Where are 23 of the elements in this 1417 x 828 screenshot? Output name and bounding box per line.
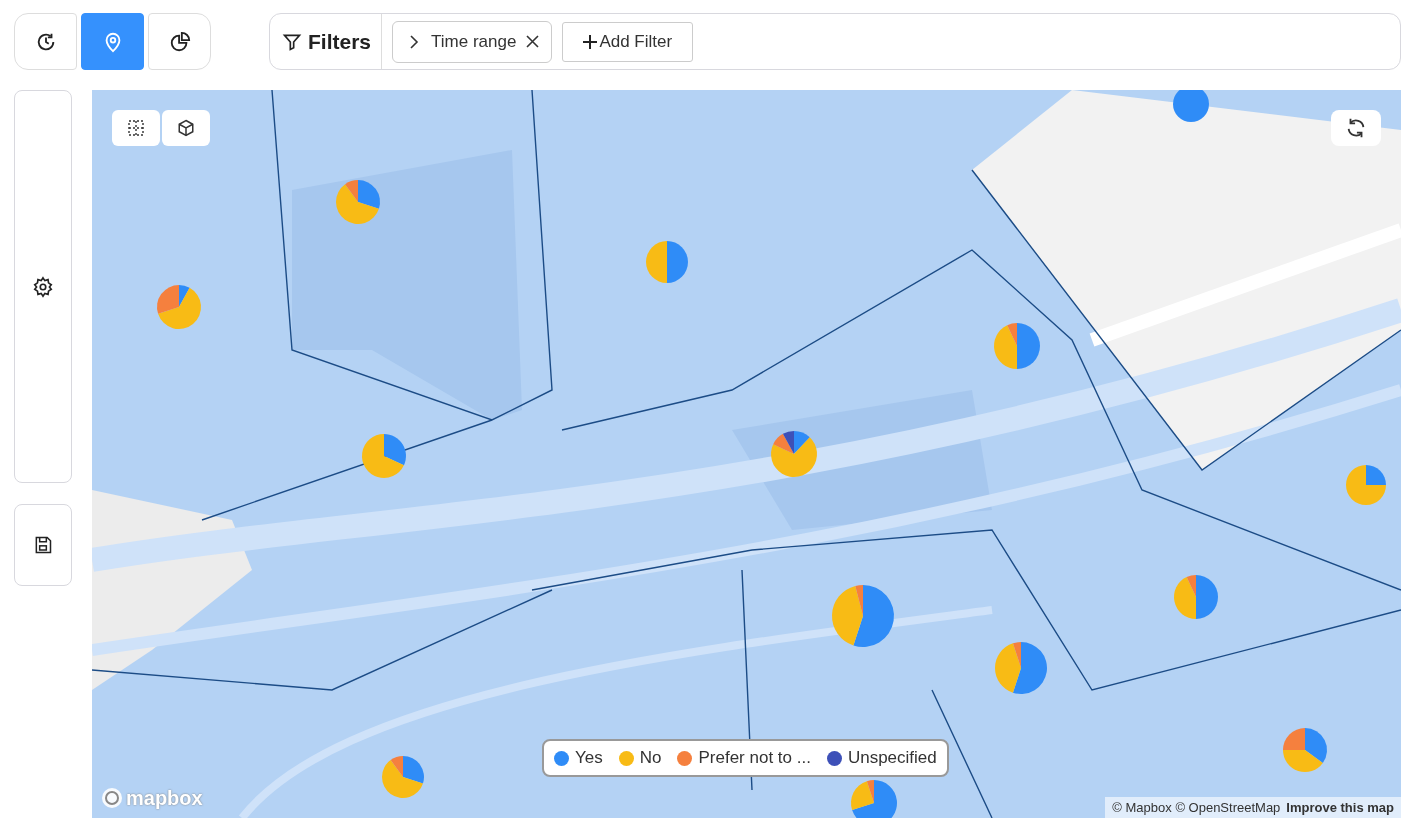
refresh-button[interactable] <box>1331 110 1381 146</box>
mapbox-logo-icon <box>100 786 124 810</box>
legend-label: Prefer not to ... <box>698 748 811 768</box>
add-filter-button[interactable]: Add Filter <box>562 21 694 62</box>
filter-chip[interactable]: Time range <box>392 20 553 63</box>
close-icon <box>526 35 540 48</box>
legend-label: No <box>639 748 662 768</box>
legend-label: Yes <box>575 748 603 768</box>
mapbox-logo: mapbox <box>126 786 203 810</box>
grid-icon <box>127 119 145 137</box>
save-icon <box>33 535 53 555</box>
refresh-icon <box>1345 117 1367 139</box>
pie-chart-icon <box>168 30 191 53</box>
grid-button[interactable] <box>112 110 160 146</box>
settings-icon <box>32 275 54 298</box>
improve-map-link[interactable]: Improve this map <box>1286 800 1394 815</box>
attribution-text: © Mapbox © OpenStreetMap <box>1112 800 1281 815</box>
filters-title: Filters <box>308 29 372 54</box>
cube-icon <box>177 119 195 137</box>
save-button[interactable] <box>14 504 72 586</box>
3d-view-button[interactable] <box>162 110 210 146</box>
plus-icon <box>583 34 598 49</box>
legend-label: Unspecified <box>847 748 937 768</box>
